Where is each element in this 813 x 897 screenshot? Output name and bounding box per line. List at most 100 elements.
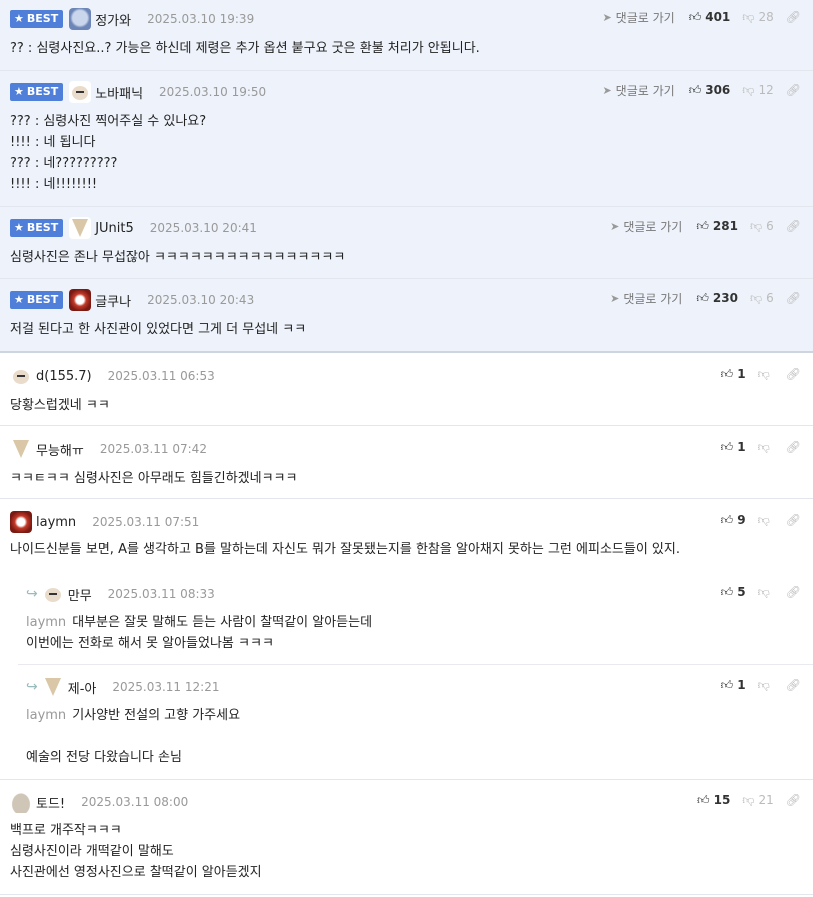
best-badge: ★ BEST [10,83,64,101]
best-comment: ★ BEST JUnit5 2025.03.10 20:41 ➤ 댓글로 가기 👍︎… [0,207,813,279]
link-icon[interactable]: 🔗︎ [786,291,801,305]
link-icon[interactable]: 🔗︎ [786,219,801,233]
timestamp: 2025.03.11 12:21 [112,680,220,694]
avatar[interactable] [10,438,32,460]
best-comment: ★ BEST 노바패닉 2025.03.10 19:50 ➤ 댓글로 가기 👍︎ 30… [0,71,813,207]
upvote-button[interactable]: 👍︎ 1 [721,440,746,455]
link-icon[interactable]: 🔗︎ [786,440,801,454]
best-badge: ★ BEST [10,10,64,28]
timestamp: 2025.03.11 08:33 [107,587,215,601]
nickname[interactable]: 토드! [36,793,65,812]
avatar[interactable] [10,511,32,533]
star-icon: ★ [14,221,24,234]
reply-arrow-icon: ↪ [26,679,38,695]
upvote-button[interactable]: 👍︎ 15 [697,793,730,808]
link-icon[interactable]: 🔗︎ [786,678,801,692]
link-icon[interactable]: 🔗︎ [786,793,801,807]
send-arrow-icon: ➤ [610,291,620,305]
downvote-button[interactable]: 👎︎ [758,585,774,600]
thumbs-up-icon: 👍︎ [720,512,734,527]
best-comment: ★ BEST 글쿠나 2025.03.10 20:43 ➤ 댓글로 가기 👍︎ 230… [0,279,813,353]
link-icon[interactable]: 🔗︎ [786,585,801,599]
downvote-button[interactable]: 👎︎ 6 [750,219,774,234]
goto-reply-link[interactable]: ➤ 댓글로 가기 [610,218,682,235]
downvote-button[interactable]: 👎︎ [758,367,774,382]
nickname[interactable]: 노바패닉 [95,83,143,102]
avatar[interactable] [41,676,64,698]
downvote-button[interactable]: 👎︎ [758,513,774,528]
avatar[interactable] [69,217,92,239]
timestamp: 2025.03.10 20:41 [149,221,257,235]
thumbs-up-icon: 👍︎ [720,366,734,381]
upvote-button[interactable]: 👍︎ 1 [721,367,746,382]
avatar[interactable] [69,8,92,30]
comment-text: 나이드신분들 보면, A를 생각하고 B를 말하는데 자신도 뭐가 잘못됐는지를… [10,542,680,557]
nickname[interactable]: laymn [36,515,76,530]
comment-text: laymn 기사양반 전설의 고향 가주세요 예술의 전당 다왔습니다 손님 [26,708,241,765]
comment: d(155.7) 2025.03.11 06:53 👍︎ 1 👎︎ 🔗︎ 당황스럽… [0,353,813,426]
avatar[interactable] [10,791,32,813]
upvote-button[interactable]: 👍︎ 401 [689,10,731,25]
upvote-button[interactable]: 👍︎ 230 [696,291,738,306]
link-icon[interactable]: 🔗︎ [786,367,801,381]
upvote-button[interactable]: 👍︎ 306 [689,83,731,98]
downvote-button[interactable]: 👎︎ 28 [742,10,773,25]
nickname[interactable]: 정가와 [95,10,131,29]
downvote-button[interactable]: 👎︎ 6 [750,291,774,306]
thumbs-up-icon: 👍︎ [720,677,734,692]
avatar[interactable] [69,289,92,311]
upvote-button[interactable]: 👍︎ 281 [696,219,738,234]
downvote-button[interactable]: 👎︎ [758,678,774,693]
reply-comment: ↪ 만무 2025.03.11 08:33 👍︎ 5 👎︎ 🔗︎ laymn 대부분… [0,572,813,665]
thumbs-down-icon: 👎︎ [742,82,755,97]
upvote-button[interactable]: 👍︎ 1 [721,678,746,693]
thumbs-down-icon: 👎︎ [749,290,763,305]
comment-text: ㅋㅋㅌㅋㅋ 심령사진은 아무래도 힘들긴하겠네ㅋㅋㅋ [10,471,298,486]
timestamp: 2025.03.11 06:53 [107,369,215,383]
link-icon[interactable]: 🔗︎ [786,10,801,24]
thumbs-up-icon: 👍︎ [688,82,702,97]
link-icon[interactable]: 🔗︎ [786,513,801,527]
thumbs-up-icon: 👍︎ [696,290,709,305]
mention[interactable]: laymn [26,615,66,630]
thumbs-down-icon: 👎︎ [757,584,770,599]
downvote-button[interactable]: 👎︎ [758,440,774,455]
star-icon: ★ [14,85,24,98]
nickname[interactable]: JUnit5 [95,221,134,236]
link-icon[interactable]: 🔗︎ [786,83,801,97]
upvote-button[interactable]: 👍︎ 5 [721,585,746,600]
nickname[interactable]: d(155.7) [36,369,92,384]
comment-text: ??? : 심령사진 찍어주실 수 있나요? !!!! : 네 됩니다 ??? … [10,114,207,192]
avatar[interactable] [69,81,92,103]
avatar[interactable] [41,583,64,605]
thumbs-up-icon: 👍︎ [720,439,734,454]
reply-arrow-icon: ↪ [26,586,38,602]
thumbs-down-icon: 👎︎ [757,677,770,692]
thumbs-up-icon: 👍︎ [697,792,710,807]
avatar[interactable] [10,365,32,387]
downvote-button[interactable]: 👎︎ 21 [742,793,773,808]
goto-reply-link[interactable]: ➤ 댓글로 가기 [602,82,674,99]
best-badge: ★ BEST [10,291,64,309]
thumbs-down-icon: 👎︎ [757,366,770,381]
nickname[interactable]: 무능해ㅠ [36,440,84,459]
downvote-button[interactable]: 👎︎ 12 [742,83,773,98]
comment: laymn 2025.03.11 07:51 👍︎ 9 👎︎ 🔗︎ 나이드신분들 … [0,499,813,572]
timestamp: 2025.03.10 19:50 [159,85,267,99]
comment-text: 백프로 개주작ㅋㅋㅋ 심령사진이라 개떡같이 말해도 사진관에선 영정사진으로 … [10,823,262,880]
comment-text: 저걸 된다고 한 사진관이 있었다면 그게 더 무섭네 ㅋㅋ [10,322,307,337]
nickname[interactable]: 제-아 [68,678,97,697]
thumbs-up-icon: 👍︎ [688,9,702,24]
comment-text: 심령사진은 존나 무섭잖아 ㅋㅋㅋㅋㅋㅋㅋㅋㅋㅋㅋㅋㅋㅋㅋㅋ [10,250,346,265]
upvote-button[interactable]: 👍︎ 9 [721,513,746,528]
goto-reply-link[interactable]: ➤ 댓글로 가기 [602,9,674,26]
comment: 토드! 2025.03.11 08:00 👍︎ 15 👎︎ 21 🔗︎ 백프로 개주… [0,780,813,895]
thumbs-up-icon: 👍︎ [720,584,734,599]
nickname[interactable]: 글쿠나 [95,291,131,310]
goto-reply-link[interactable]: ➤ 댓글로 가기 [610,290,682,307]
nickname[interactable]: 만무 [68,585,92,604]
mention[interactable]: laymn [26,708,66,723]
timestamp: 2025.03.10 20:43 [147,293,255,307]
reply-comment: ↪ 제-아 2025.03.11 12:21 👍︎ 1 👎︎ 🔗︎ laymn 기사… [0,665,813,780]
send-arrow-icon: ➤ [602,83,612,97]
